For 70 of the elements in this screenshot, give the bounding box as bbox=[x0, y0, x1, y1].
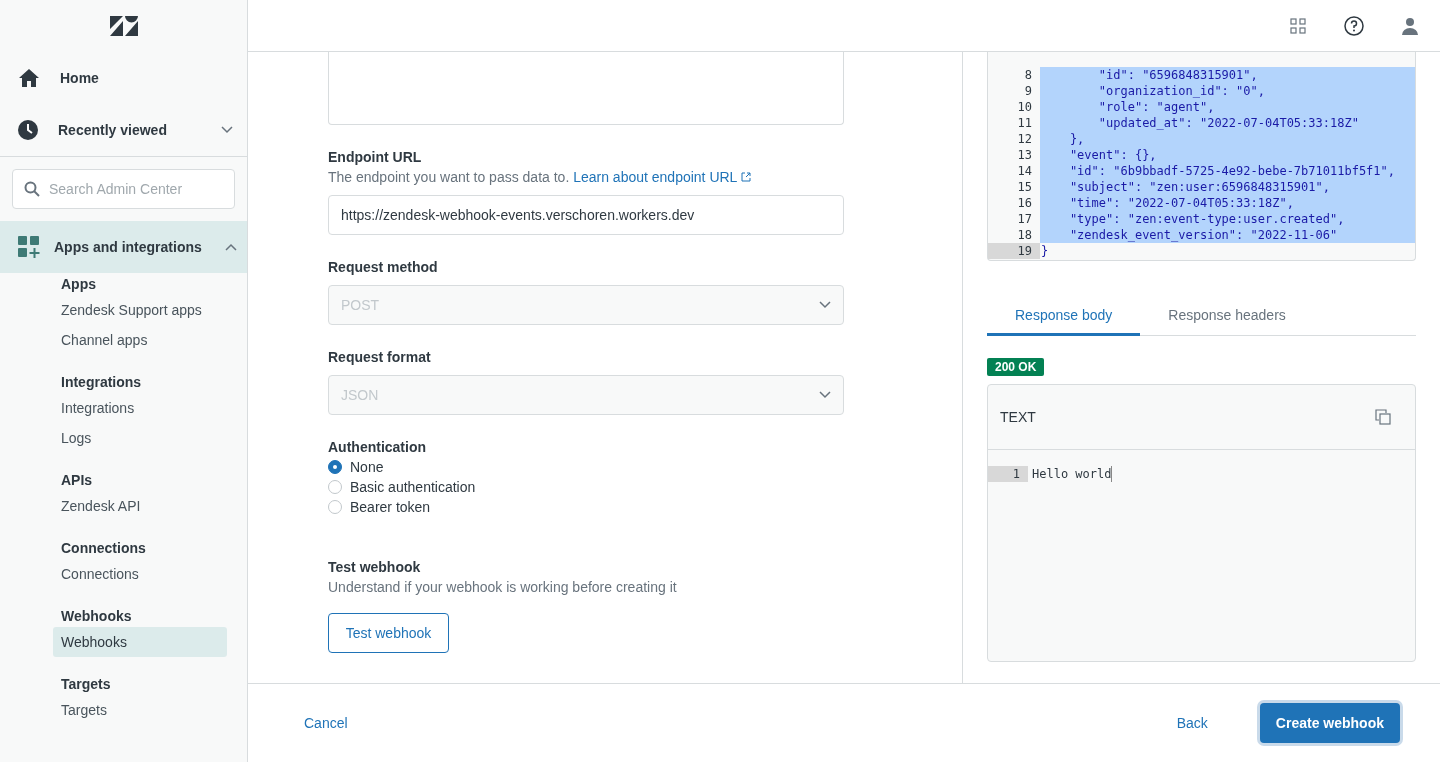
field-label: Authentication bbox=[328, 438, 427, 457]
line-number: 11 bbox=[1016, 115, 1033, 131]
status-badge: 200 OK bbox=[987, 358, 1045, 376]
code-line: } bbox=[1040, 243, 1050, 259]
url-field[interactable]: https://zendesk-webhook-events.verschoren.workers.dev bbox=[328, 195, 844, 235]
radio-label[interactable]: None bbox=[350, 457, 384, 477]
line-number: 10 bbox=[1016, 99, 1033, 115]
nav-group-title: Webhooks bbox=[60, 607, 133, 626]
test-webhook-button[interactable]: Test webhook bbox=[328, 613, 449, 653]
grid-icon[interactable] bbox=[1290, 17, 1306, 34]
nav-link[interactable]: Logs bbox=[53, 423, 227, 453]
external-link-icon bbox=[740, 172, 751, 182]
nav-link[interactable]: Connections bbox=[53, 559, 227, 589]
nav-link[interactable]: Targets bbox=[53, 695, 227, 725]
create-webhook-button[interactable]: Create webhook bbox=[1259, 703, 1400, 743]
apps-plus-icon bbox=[18, 236, 40, 258]
help-icon[interactable] bbox=[1344, 15, 1364, 36]
line-number: 14 bbox=[1016, 163, 1033, 179]
line-number: 8 bbox=[1023, 67, 1033, 83]
help-link[interactable]: Learn about endpoint URL bbox=[573, 169, 751, 185]
tab[interactable]: Response body bbox=[987, 297, 1141, 336]
back-link[interactable]: Back bbox=[1176, 715, 1208, 731]
radio-label[interactable]: Bearer token bbox=[350, 497, 431, 517]
radio-button[interactable] bbox=[328, 460, 342, 474]
nav-group-title: APIs bbox=[60, 471, 94, 490]
field-label: Request method bbox=[328, 258, 439, 277]
line-number: 19 bbox=[988, 243, 1040, 259]
nav-group-title: Apps bbox=[60, 275, 97, 294]
line-number: 1 bbox=[988, 466, 1028, 482]
cancel-link[interactable]: Cancel bbox=[304, 715, 348, 731]
nav-link[interactable]: Webhooks bbox=[53, 627, 227, 657]
nav-item[interactable]: Home bbox=[0, 52, 247, 104]
nav-link[interactable]: Integrations bbox=[53, 393, 227, 423]
chevron-icon bbox=[819, 391, 831, 399]
field-label: Request format bbox=[328, 348, 432, 367]
nav-link[interactable]: Zendesk API bbox=[53, 491, 227, 521]
nav-group-title: Connections bbox=[60, 539, 147, 558]
home-icon bbox=[18, 68, 40, 88]
nav-link[interactable]: Zendesk Support apps bbox=[53, 295, 227, 325]
line-number: 18 bbox=[1016, 227, 1033, 243]
chevron-icon bbox=[225, 243, 237, 251]
nav-group-title: Integrations bbox=[60, 373, 143, 392]
radio-button[interactable] bbox=[328, 480, 342, 494]
chevron-icon bbox=[819, 301, 831, 309]
field-hint: The endpoint you want to pass data to. Learn about endpoint URL bbox=[328, 167, 962, 187]
section-title: Test webhook bbox=[328, 558, 422, 577]
radio-button[interactable] bbox=[328, 500, 342, 514]
line-number: 12 bbox=[1016, 131, 1033, 147]
chevron-icon bbox=[221, 126, 233, 134]
nav-group-title: Targets bbox=[60, 675, 112, 694]
radio-label[interactable]: Basic authentication bbox=[350, 477, 476, 497]
nav-link[interactable]: Channel apps bbox=[53, 325, 227, 355]
logo-icon[interactable] bbox=[109, 16, 138, 36]
nav-item[interactable]: Recently viewed bbox=[0, 104, 247, 156]
format-label: TEXT bbox=[1000, 409, 1036, 425]
copy-icon[interactable] bbox=[1375, 409, 1391, 425]
search-field[interactable]: Search Admin Center bbox=[12, 169, 235, 209]
line-number: 9 bbox=[1023, 83, 1033, 99]
line-number: 16 bbox=[1016, 195, 1033, 211]
user-icon[interactable] bbox=[1402, 16, 1418, 35]
line-number: 17 bbox=[1016, 211, 1033, 227]
nav-section[interactable]: Apps and integrations bbox=[0, 221, 247, 273]
line-number: 13 bbox=[1016, 147, 1033, 163]
field-label: Endpoint URL bbox=[328, 148, 423, 167]
code-line: Hello world bbox=[1028, 466, 1113, 482]
section-description: Understand if your webhook is working before creating it bbox=[328, 578, 678, 597]
code-editor[interactable] bbox=[987, 52, 1416, 261]
tab[interactable]: Response headers bbox=[1140, 297, 1314, 336]
line-number: 15 bbox=[1016, 179, 1033, 195]
clock-icon bbox=[18, 120, 38, 140]
